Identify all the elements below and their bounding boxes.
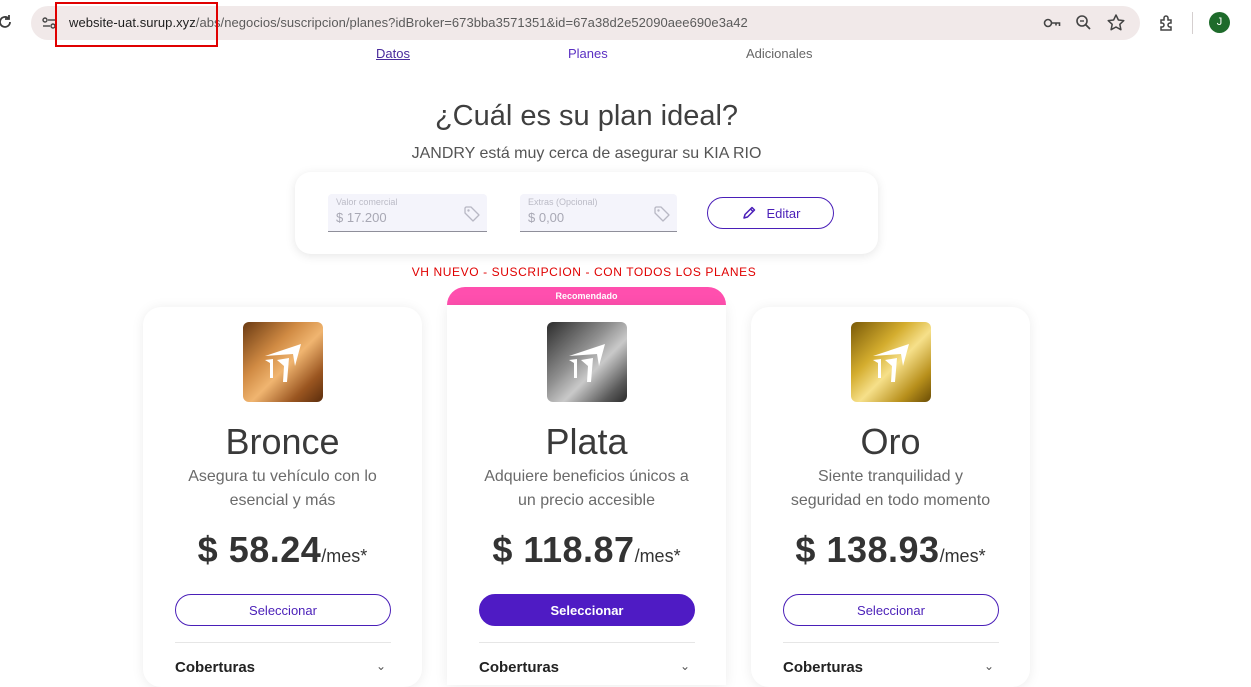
- oro-logo: [851, 322, 931, 402]
- plan-description: Siente tranquilidad y seguridad en todo …: [790, 468, 991, 509]
- divider: [479, 642, 695, 643]
- chevron-down-icon[interactable]: ⌄: [680, 659, 690, 673]
- extras-field[interactable]: Extras (Opcional) $ 0,00: [520, 194, 677, 232]
- step-datos[interactable]: Datos: [376, 46, 410, 62]
- divider: [783, 642, 999, 643]
- plan-name: Bronce: [225, 421, 340, 462]
- price-unit: /mes*: [634, 546, 681, 566]
- plan-description: Adquiere beneficios únicos a un precio a…: [484, 468, 689, 509]
- plan-name: Plata: [545, 421, 628, 462]
- extras-label: Extras (Opcional): [528, 197, 598, 207]
- coverage-toggle[interactable]: Coberturas: [783, 659, 863, 676]
- coverage-toggle[interactable]: Coberturas: [175, 659, 255, 676]
- plan-card-oro: Oro Siente tranquilidad y seguridad en t…: [751, 307, 1030, 687]
- plan-card-bronce: Bronce Asegura tu vehículo con lo esenci…: [143, 307, 422, 687]
- price-unit: /mes*: [939, 546, 986, 566]
- page-subtitle: JANDRY está muy cerca de asegurar su KIA…: [411, 145, 762, 162]
- product-note: VH NUEVO - SUSCRIPCION - CON TODOS LOS P…: [411, 265, 757, 279]
- zoom-icon[interactable]: [1073, 12, 1095, 34]
- toolbar-divider: [1192, 12, 1193, 34]
- select-plata-button[interactable]: Seleccionar: [479, 594, 695, 626]
- price-amount: $ 58.24: [197, 529, 322, 570]
- extras-value: $ 0,00: [528, 210, 565, 225]
- step-planes[interactable]: Planes: [568, 46, 608, 62]
- plan-card-plata: Plata Adquiere beneficios únicos a un pr…: [447, 305, 726, 685]
- edit-button-label: Editar: [766, 205, 801, 221]
- browser-toolbar: website-uat.surup.xyz/abs/negocios/suscr…: [0, 0, 1251, 47]
- tag-icon: [653, 205, 671, 223]
- commercial-value-field[interactable]: Valor comercial $ 17.200: [328, 194, 487, 232]
- plan-name: Oro: [860, 421, 921, 462]
- extensions-icon[interactable]: [1156, 12, 1178, 34]
- price-amount: $ 118.87: [492, 529, 635, 570]
- bronce-logo: [243, 322, 323, 402]
- chevron-down-icon[interactable]: ⌄: [984, 659, 994, 673]
- price-unit: /mes*: [321, 546, 368, 566]
- url-path: /abs/negocios/suscripcion/planes?idBroke…: [195, 15, 748, 30]
- commercial-value-label: Valor comercial: [336, 197, 398, 207]
- plan-description: Asegura tu vehículo con lo esencial y má…: [188, 468, 377, 509]
- select-bronce-button[interactable]: Seleccionar: [175, 594, 391, 626]
- profile-avatar[interactable]: J: [1209, 12, 1230, 33]
- plata-logo: [547, 322, 627, 402]
- chevron-down-icon[interactable]: ⌄: [376, 659, 386, 673]
- vehicle-value-card: Valor comercial $ 17.200 Extras (Opciona…: [295, 172, 878, 254]
- pencil-icon: [742, 206, 755, 219]
- bookmark-star-icon[interactable]: [1105, 12, 1127, 34]
- reload-icon[interactable]: [0, 13, 14, 31]
- select-oro-button[interactable]: Seleccionar: [783, 594, 999, 626]
- price-amount: $ 138.93: [795, 529, 940, 570]
- plan-price: $ 58.24/mes*: [143, 529, 422, 571]
- commercial-value: $ 17.200: [336, 210, 387, 225]
- tag-icon: [463, 205, 481, 223]
- coverage-toggle[interactable]: Coberturas: [479, 659, 559, 676]
- step-adicionales[interactable]: Adicionales: [746, 46, 813, 62]
- password-key-icon[interactable]: [1041, 12, 1063, 34]
- divider: [175, 642, 391, 643]
- plan-price: $ 138.93/mes*: [751, 529, 1030, 571]
- page-title: ¿Cuál es su plan ideal?: [434, 100, 739, 132]
- url-highlight-annotation: [55, 2, 218, 47]
- plan-price: $ 118.87/mes*: [447, 529, 726, 571]
- edit-button[interactable]: Editar: [707, 197, 834, 229]
